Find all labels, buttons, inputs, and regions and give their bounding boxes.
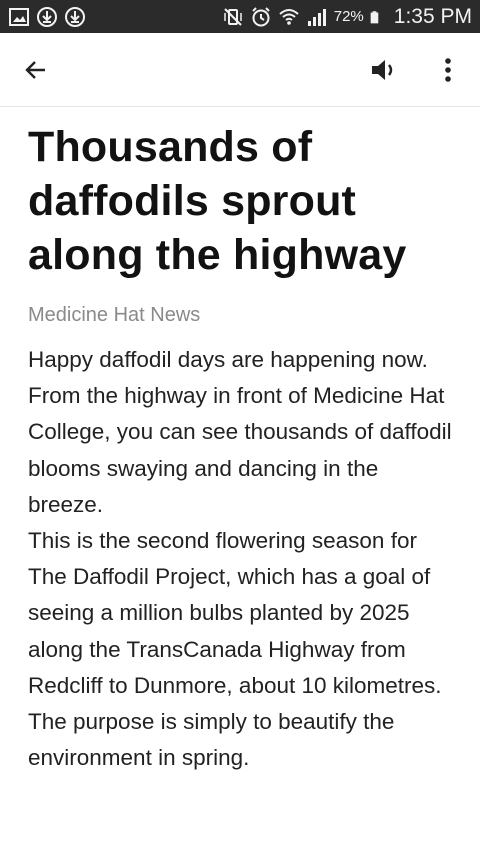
gallery-icon: [9, 7, 29, 26]
more-options-button[interactable]: [430, 52, 466, 88]
download-icon: [65, 6, 85, 27]
article-source: Medicine Hat News: [28, 304, 201, 326]
arrow-left-icon: [25, 61, 45, 79]
status-time: 1:35 PM: [393, 4, 472, 28]
read-aloud-button[interactable]: [364, 52, 404, 88]
article: Thousands of daffodils sprout along the …: [28, 120, 458, 776]
alarm-icon: [252, 6, 270, 26]
wifi-icon: [279, 8, 299, 25]
article-paragraph: This is the second flowering season for …: [28, 528, 442, 771]
vibrate-mute-icon: [224, 7, 242, 26]
notification-icons: [8, 6, 86, 28]
battery-icon: [370, 10, 379, 23]
article-paragraph: Happy daffodil days are happening now.: [28, 347, 428, 372]
battery-percent: 72%: [333, 8, 364, 25]
system-status: 72% 1:35 PM: [222, 5, 472, 29]
app-toolbar: [0, 33, 480, 107]
article-headline: Thousands of daffodils sprout along the …: [28, 123, 407, 279]
status-bar: 72% 1:35 PM: [0, 0, 480, 33]
article-body: Happy daffodil days are happening now. F…: [28, 342, 458, 776]
more-vertical-icon: [445, 58, 451, 82]
volume-icon: [372, 60, 393, 80]
article-paragraph: From the highway in front of Medicine Ha…: [28, 383, 452, 517]
download-icon: [37, 6, 57, 27]
signal-icon: [307, 8, 326, 26]
back-button[interactable]: [18, 52, 54, 88]
